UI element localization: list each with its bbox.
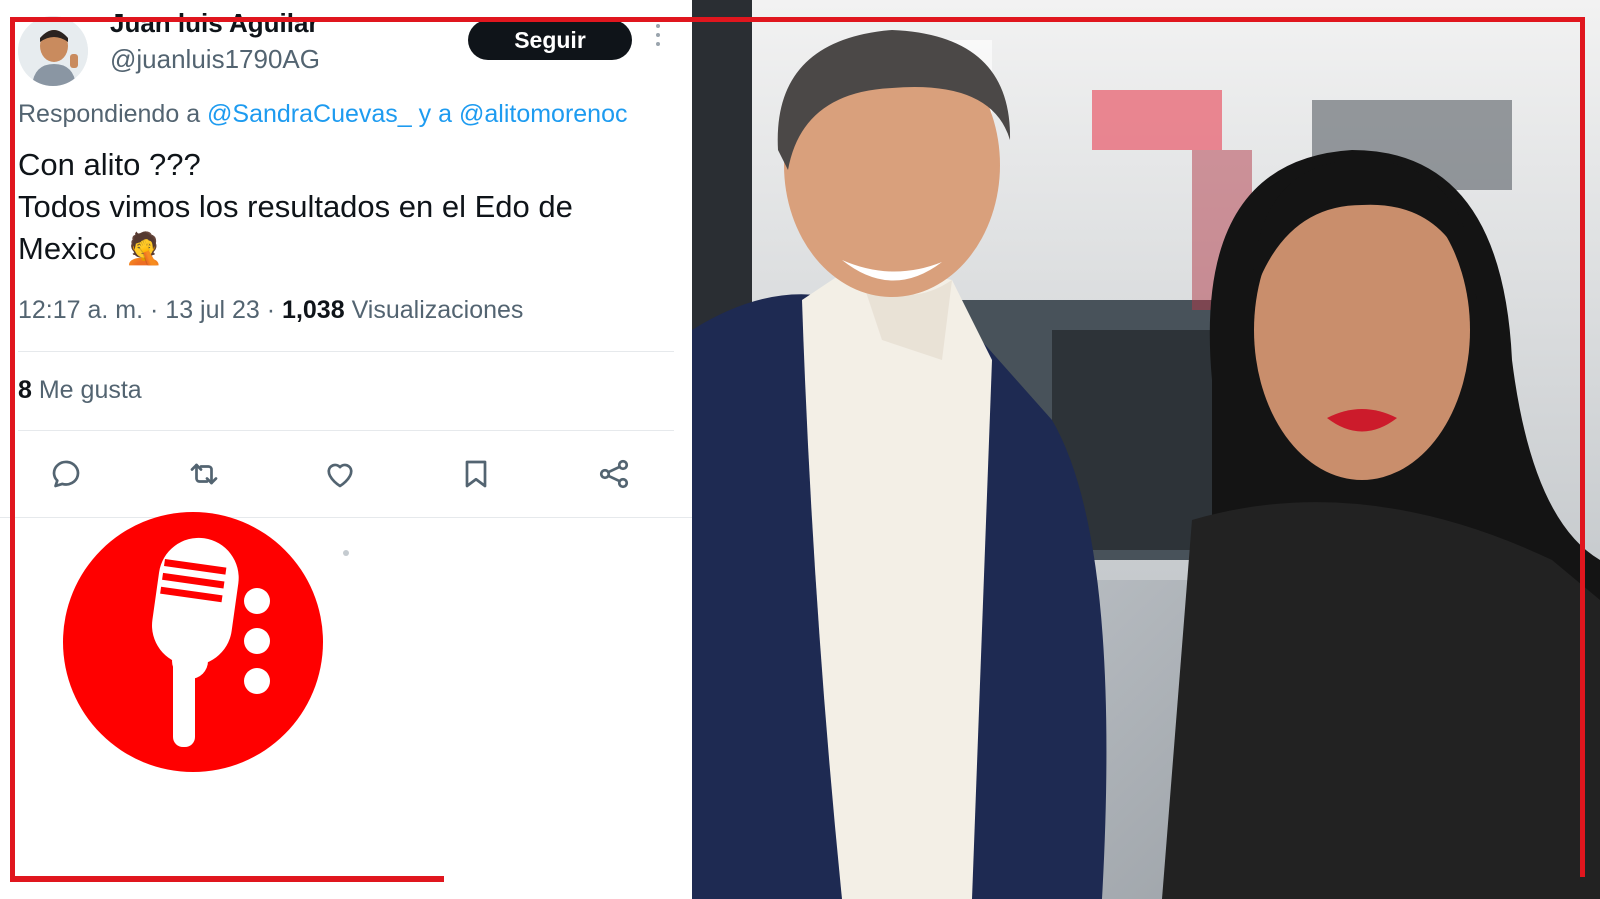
divider <box>18 351 674 352</box>
frame-border-right <box>1580 17 1585 877</box>
reply-joiner: y a <box>418 100 453 128</box>
frame-border-top <box>10 17 1585 22</box>
retweet-icon[interactable] <box>186 456 222 492</box>
views-label: Visualizaciones <box>351 296 524 324</box>
more-options-icon[interactable] <box>654 24 662 54</box>
mention-link[interactable]: @SandraCuevas_ <box>207 100 412 128</box>
tweet-meta: 12:17 a. m. · 13 jul 23 · 1,038 Visualiz… <box>18 296 523 325</box>
views-count: 1,038 <box>282 296 345 324</box>
tweet-line: Mexico 🤦 <box>18 231 164 266</box>
microphone-logo <box>62 511 324 773</box>
author-handle[interactable]: @juanluis1790AG <box>110 44 320 75</box>
tweet-text: Con alito ??? Todos vimos los resultados… <box>18 144 678 270</box>
likes-stat[interactable]: 8 Me gusta <box>18 376 142 405</box>
mention-link[interactable]: @alitomorenoc <box>459 100 628 128</box>
reply-context: Respondiendo a @SandraCuevas_ y a @alito… <box>18 100 628 129</box>
author-name[interactable]: Juan luis Aguilar <box>110 8 319 39</box>
reply-icon[interactable] <box>48 456 84 492</box>
tweet-line: Todos vimos los resultados en el Edo de <box>18 189 573 224</box>
reply-prefix: Respondiendo a <box>18 100 201 128</box>
loading-dot <box>343 550 349 556</box>
frame-border-left <box>10 17 15 881</box>
frame-border-bottom <box>10 876 444 882</box>
share-icon[interactable] <box>596 456 632 492</box>
likes-count: 8 <box>18 376 32 404</box>
follow-button[interactable]: Seguir <box>468 20 632 60</box>
like-icon[interactable] <box>322 456 358 492</box>
bookmark-icon[interactable] <box>458 456 494 492</box>
event-photo <box>692 0 1600 899</box>
divider <box>18 430 674 431</box>
tweet-panel: Juan luis Aguilar @juanluis1790AG Seguir… <box>0 0 692 899</box>
avatar[interactable] <box>18 16 88 86</box>
timestamp[interactable]: 12:17 a. m. · 13 jul 23 · <box>18 296 275 324</box>
tweet-line: Con alito ??? <box>18 147 201 182</box>
likes-label: Me gusta <box>38 376 142 404</box>
